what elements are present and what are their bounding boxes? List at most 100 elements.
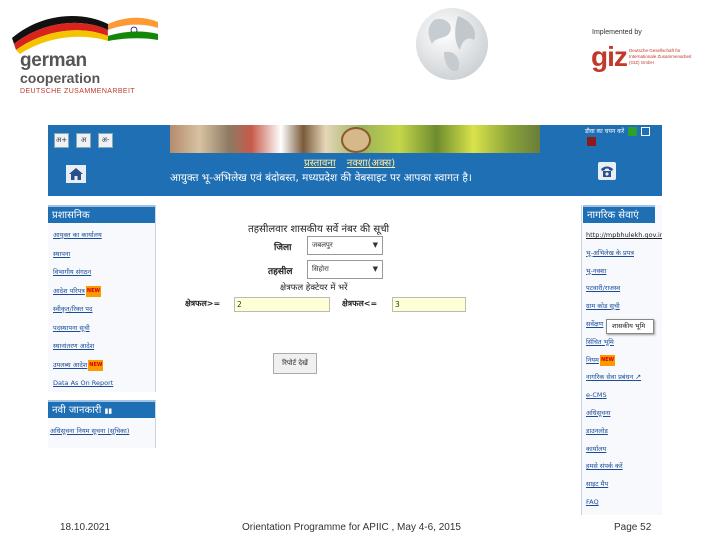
right-menu-item-5-label: ग्राम कोड सूची [586,302,620,311]
right-menu-item-9[interactable]: नागरिक सेवा प्रबंधन ↗ [583,372,662,390]
right-menu-item-8[interactable]: नियम NEW [583,354,662,373]
district-label: जिला [274,243,292,253]
logo-german: german [20,50,87,71]
dropdown-arrow-icon: ▼ [372,265,378,273]
left-panel-title: प्रशासनिक [48,205,155,223]
left-menu-item-9[interactable]: Data As On Report [48,378,156,397]
right-menu-item-6-label: सर्वेक्षण [586,319,604,328]
german-cooperation-logo: german cooperation DEUTSCHE ZUSAMMENARBE… [20,50,135,95]
theme-blue-swatch[interactable] [641,127,651,136]
news-item-1[interactable]: अधिसूचना नियम सूचना (सूचिका) [50,426,129,435]
left-panel2-title-text: नवी जानकारी [52,405,102,416]
right-menu-item-4-label: पटवारी/राजस्व [586,284,621,293]
district-value: जबलपुर [312,241,333,249]
german-flag-swoosh [12,15,159,54]
right-menu-item-1-label: http://mpbhulekh.gov.in [586,231,662,239]
left-menu-item-9-label: Data As On Report [53,379,114,387]
area-from-input[interactable]: 2 [234,297,330,312]
home-icon[interactable] [66,165,86,183]
new-badge-icon: NEW [599,354,616,366]
right-panel-title: नागरिक सेवाएं [583,205,655,223]
left-menu-item-5[interactable]: स्वीकृत/रिक्त पद [48,304,156,323]
left-menu-item-6-label: पदस्थापना सूची [53,323,90,332]
left-menu-item-3[interactable]: विभागीय संगठन [48,267,156,286]
right-menu-item-15-label: साइट मैप [586,480,609,489]
left-menu-item-4-label: आदेश परिपत्र [53,286,85,295]
footer-page: Page 52 [614,522,652,533]
font-decrease-button[interactable]: अ- [98,133,113,148]
left-menu-item-1-label: आयुक्त का कार्यालय [53,231,102,239]
font-normal-button[interactable]: अ [76,133,91,148]
portal-screenshot: अ+ अ अ- प्रस्तावना नक्शा(अक्स) आयुक्त भू… [48,125,662,517]
right-menu-item-11[interactable]: अधिसूचना [583,408,662,426]
left-menu-item-7-label: स्थानांतरण आदेश [53,342,95,350]
top-links: प्रस्तावना नक्शा(अक्स) [304,155,403,169]
theme-select: डीवा का चयन करें [585,127,651,136]
right-menu-item-12[interactable]: डाउनलोड [583,426,662,444]
new-badge-icon: NEW [88,359,104,371]
right-menu-item-14-label: हमसे संपर्क करें [586,462,623,471]
right-menu-item-2[interactable]: भू-अभिलेख के प्रपत्र [583,248,662,266]
right-menu-item-10-label: e-CMS [586,391,607,400]
theme-red-swatch[interactable] [587,137,596,146]
tehsil-label: तहसील [268,267,293,277]
view-report-button[interactable]: रिपोर्ट देखें [273,353,317,374]
font-increase-button[interactable]: अ+ [54,133,69,148]
area-from-label: क्षेत्रफल>= [185,299,221,308]
logo-cooperation: cooperation [20,70,101,86]
logo-deutsche: DEUTSCHE ZUSAMMENARBEIT [20,88,135,95]
right-menu-item-8-label: नियम [586,355,599,364]
new-badge-icon: NEW [85,285,102,297]
left-menu-item-6[interactable]: पदस्थापना सूची [48,323,156,342]
right-menu-item-7-label: सिंचित भूमि [586,337,614,346]
left-menu-item-8[interactable]: उपलब्ध आदेश NEW [48,359,156,379]
left-menu-item-2[interactable]: स्थापना [48,249,156,268]
area-to-input[interactable]: 3 [392,297,466,312]
left-menu-item-3-label: विभागीय संगठन [53,268,92,276]
area-to-label: क्षेत्रफल<= [342,299,378,308]
left-menu-item-4[interactable]: आदेश परिपत्र NEW [48,285,156,305]
left-menu: आयुक्त का कार्यालय स्थापना विभागीय संगठन… [48,230,156,397]
theme-green-swatch[interactable] [628,127,638,136]
right-menu-item-9-label: नागरिक सेवा प्रबंधन [586,373,634,382]
left-menu-item-5-label: स्वीकृत/रिक्त पद [53,305,93,313]
right-menu-item-11-label: अधिसूचना [586,408,611,417]
form-title: तहसीलवार शासकीय सर्वे नंबर की सूची [248,224,390,235]
left-menu-item-1[interactable]: आयुक्त का कार्यालय [48,230,156,249]
right-menu: http://mpbhulekh.gov.in भू-अभिलेख के प्र… [583,230,662,515]
pause-icon[interactable]: ▮▮ [105,407,113,415]
right-menu-item-13-label: कार्यालय [586,444,607,453]
right-menu-item-1[interactable]: http://mpbhulekh.gov.in [583,230,662,248]
welcome-text: आयुक्त भू-अभिलेख एवं बंदोबस्त, मध्यप्रदे… [170,172,472,184]
right-menu-item-16-label: FAQ [586,497,599,506]
right-menu-item-13[interactable]: कार्यालय [583,444,662,462]
right-menu-item-4[interactable]: पटवारी/राजस्व [583,283,662,301]
link-prastavana[interactable]: प्रस्तावना [304,158,336,169]
giz-wordmark: giz [591,41,628,72]
tehsil-value: सिहोरा [312,265,329,273]
phone-icon[interactable] [598,162,616,180]
footer-title: Orientation Programme for APIIC , May 4-… [242,522,461,533]
area-subtitle: क्षेत्रफल हेक्टेयर में भरें [280,283,348,293]
right-menu-item-10[interactable]: e-CMS [583,390,662,408]
right-menu-item-3[interactable]: भू-नक्शा [583,266,662,284]
right-menu-item-16[interactable]: FAQ [583,497,662,515]
left-menu-item-7[interactable]: स्थानांतरण आदेश [48,341,156,360]
right-menu-item-3-label: भू-नक्शा [586,266,607,275]
right-menu-item-7[interactable]: सिंचित भूमि [583,337,662,355]
right-menu-item-5[interactable]: ग्राम कोड सूची [583,301,662,319]
left-menu-item-8-label: उपलब्ध आदेश [53,360,88,369]
district-select[interactable]: जबलपुर ▼ [307,236,383,255]
globe-icon [416,8,488,80]
tehsil-select[interactable]: सिहोरा ▼ [307,260,383,279]
right-menu-item-15[interactable]: साइट मैप [583,479,662,497]
right-menu-item-14[interactable]: हमसे संपर्क करें [583,461,662,479]
hover-tooltip: शासकीय भूमि [606,319,654,334]
footer-date: 18.10.2021 [60,522,111,533]
dropdown-arrow-icon: ▼ [372,241,378,249]
link-naksha[interactable]: नक्शा(अक्स) [347,158,395,169]
right-menu-item-2-label: भू-अभिलेख के प्रपत्र [586,248,634,257]
left-menu-item-2-label: स्थापना [53,249,71,258]
external-link-icon: ↗ [635,373,642,382]
portal-banner: अ+ अ अ- प्रस्तावना नक्शा(अक्स) आयुक्त भू… [48,125,662,196]
